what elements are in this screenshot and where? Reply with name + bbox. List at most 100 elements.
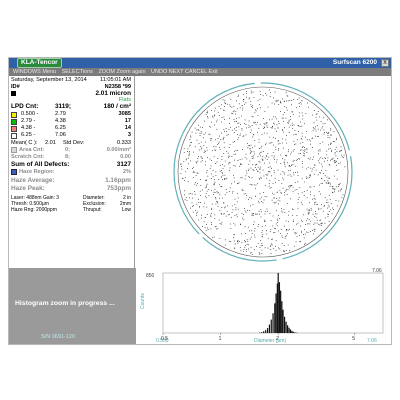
defect-point (230, 228, 232, 229)
defect-point (250, 236, 252, 238)
defect-point (232, 192, 233, 194)
defect-point (330, 203, 332, 204)
defect-point (257, 171, 259, 172)
defect-point (291, 151, 292, 153)
histogram-bar (265, 330, 267, 333)
defect-point (296, 159, 298, 160)
defect-point (297, 125, 299, 126)
defect-point (206, 172, 208, 173)
defect-point (318, 191, 320, 193)
menu-item-windows[interactable]: WINDOWS Menu (13, 69, 56, 75)
defect-point (291, 122, 293, 124)
defect-point (257, 182, 258, 184)
defect-point (304, 242, 306, 244)
defect-point (330, 129, 332, 131)
defect-point (298, 97, 300, 99)
close-icon[interactable]: x (381, 59, 389, 67)
defect-point (327, 202, 329, 203)
histogram-panel[interactable]: Counts 850 7.06 0.500 7.06 Diameter (µm)… (135, 268, 391, 344)
defect-point (336, 139, 337, 141)
defect-point (283, 250, 285, 251)
defect-point (248, 168, 250, 170)
defect-point (299, 102, 301, 103)
defect-point (226, 134, 228, 136)
defect-point (300, 103, 302, 105)
defect-point (231, 106, 233, 108)
defect-point (203, 134, 205, 135)
bin-3-swatch (11, 126, 17, 132)
defect-point (329, 137, 331, 139)
defect-point (284, 225, 285, 227)
defect-point (313, 122, 315, 124)
defect-point (240, 164, 242, 165)
defect-point (325, 170, 327, 171)
defect-point (246, 170, 247, 172)
defect-point (331, 186, 333, 187)
defect-point (341, 154, 342, 156)
defect-point (260, 177, 262, 179)
wafer-map[interactable] (135, 76, 391, 268)
defect-point (209, 133, 211, 135)
defect-point (290, 169, 292, 171)
defect-point (258, 161, 260, 163)
defect-point (214, 226, 216, 228)
bin-1-count: 3085 (118, 111, 131, 117)
wafer-marker-icon (11, 91, 16, 96)
defect-point (251, 213, 253, 214)
defect-point (229, 162, 230, 164)
defect-point (313, 198, 315, 199)
defect-point (256, 245, 257, 247)
defect-point (297, 208, 299, 210)
defect-point (208, 195, 210, 196)
defect-point (325, 182, 327, 184)
defect-point (330, 135, 332, 136)
defect-point (277, 99, 279, 101)
defect-point (307, 102, 308, 104)
menu-item-undo-next-cancel-exit[interactable]: UNDO NEXT CANCEL Exit (151, 69, 218, 75)
defect-point (239, 135, 241, 136)
defect-point (304, 153, 305, 155)
defect-point (202, 189, 203, 191)
defect-point (314, 203, 315, 205)
histogram-bar (282, 309, 284, 333)
defect-point (190, 160, 191, 162)
defect-point (250, 150, 252, 152)
area-swatch (11, 147, 17, 153)
area-count-num: 0; (65, 147, 70, 153)
defect-point (302, 142, 304, 143)
histogram-bar (292, 331, 294, 333)
defect-point (300, 202, 302, 204)
defect-point (214, 110, 216, 112)
defect-point (339, 190, 341, 192)
menu-item-selections[interactable]: SELECTions (62, 69, 93, 75)
defect-point (188, 153, 190, 155)
defect-point (230, 98, 232, 100)
defect-point (333, 175, 335, 177)
defect-point (295, 172, 296, 173)
lpd-density: 180 / cm² (103, 103, 131, 110)
defect-point (196, 129, 198, 131)
defect-point (180, 173, 182, 174)
defect-point (259, 213, 260, 215)
defect-point (288, 119, 290, 121)
defect-point (260, 151, 262, 153)
defect-point (264, 127, 265, 129)
defect-point (196, 162, 197, 164)
defect-point (321, 166, 323, 168)
defect-point (242, 217, 243, 219)
defect-point (277, 220, 279, 222)
defect-point (273, 123, 275, 125)
defect-point (316, 213, 318, 215)
defect-point (321, 163, 322, 165)
defect-point (245, 193, 247, 195)
defect-point (250, 167, 252, 169)
defect-point (229, 170, 230, 171)
menu-item-zoom[interactable]: ZOOM Zoom again (98, 69, 145, 75)
defect-point (224, 160, 226, 162)
defect-point (304, 147, 305, 148)
defect-point (223, 147, 225, 148)
defect-point (282, 130, 284, 131)
defect-point (194, 191, 195, 192)
defect-point (266, 174, 268, 176)
defect-point (239, 159, 241, 160)
